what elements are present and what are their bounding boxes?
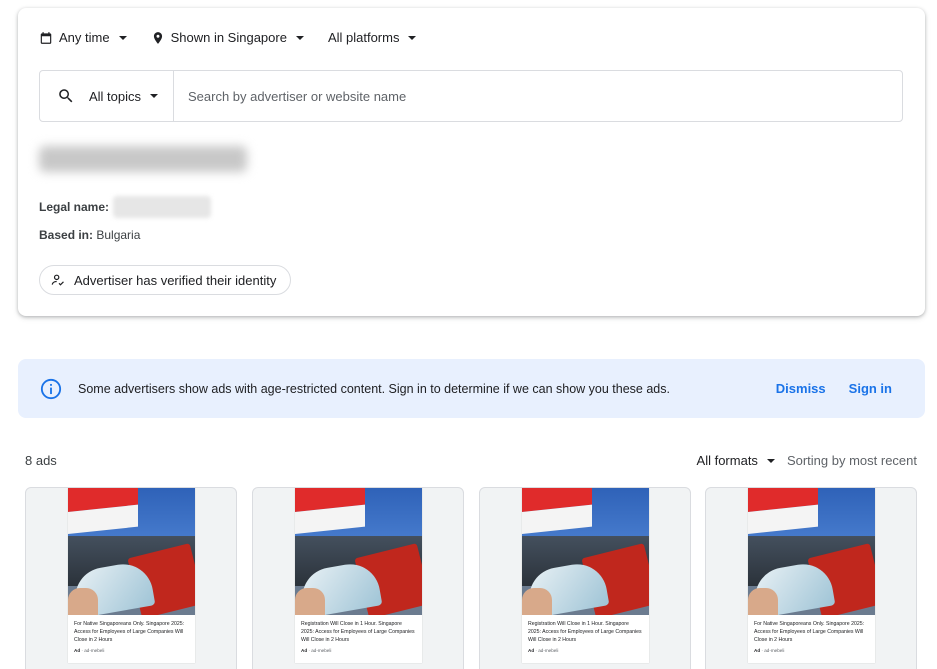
ad-image bbox=[522, 488, 649, 615]
ad-image bbox=[748, 488, 875, 615]
ad-card[interactable]: Registration Will Close in 1 Hour. Singa… bbox=[252, 487, 464, 669]
ad-source: Ad · ad-mebeli bbox=[528, 648, 559, 654]
ad-image bbox=[295, 488, 422, 615]
info-icon bbox=[40, 378, 62, 399]
location-filter[interactable]: Shown in Singapore bbox=[151, 30, 304, 45]
legal-name: Legal name: bbox=[39, 196, 212, 218]
advertiser-card: Any time Shown in Singapore All platform… bbox=[18, 8, 925, 316]
platform-filter-label: All platforms bbox=[327, 30, 400, 45]
results-controls: All formats Sorting by most recent bbox=[697, 453, 917, 468]
ad-card[interactable]: For Native Singaporeans Only. Singapore … bbox=[25, 487, 237, 669]
banner-message: Some advertisers show ads with age-restr… bbox=[78, 381, 670, 396]
ad-label: Ad bbox=[528, 648, 535, 654]
chevron-down-icon bbox=[295, 35, 304, 40]
ad-label: Ad bbox=[301, 648, 308, 654]
ad-text: For Native Singaporeans Only. Singapore … bbox=[754, 621, 865, 643]
ad-source: Ad · ad-mebeli bbox=[754, 648, 785, 654]
chevron-down-icon bbox=[150, 94, 159, 98]
ad-source: Ad · ad-mebeli bbox=[74, 648, 105, 654]
ad-creative: For Native Singaporeans Only. Singapore … bbox=[68, 488, 195, 663]
location-filter-label: Shown in Singapore bbox=[170, 30, 287, 45]
ad-label: Ad bbox=[754, 648, 761, 654]
ad-domain: ad-mebeli bbox=[311, 648, 332, 654]
verified-identity-chip[interactable]: Advertiser has verified their identity bbox=[39, 265, 292, 295]
ad-source: Ad · ad-mebeli bbox=[301, 648, 332, 654]
based-in-label: Based in: bbox=[39, 228, 94, 242]
ad-text: Registration Will Close in 1 Hour. Singa… bbox=[528, 621, 642, 643]
ad-card[interactable]: For Native Singaporeans Only. Singapore … bbox=[705, 487, 917, 669]
based-in: Based in: Bulgaria bbox=[39, 228, 140, 242]
ad-card[interactable]: Registration Will Close in 1 Hour. Singa… bbox=[479, 487, 691, 669]
filter-bar: Any time Shown in Singapore All platform… bbox=[39, 30, 440, 45]
ad-count: 8 ads bbox=[25, 453, 57, 468]
based-in-value: Bulgaria bbox=[93, 228, 141, 242]
ad-domain: ad-mebeli bbox=[84, 648, 105, 654]
formats-dropdown[interactable]: All formats bbox=[697, 453, 787, 468]
chevron-down-icon bbox=[766, 458, 775, 463]
ad-text: For Native Singaporeans Only. Singapore … bbox=[74, 621, 185, 643]
chevron-down-icon bbox=[408, 35, 417, 40]
advertiser-name-redacted bbox=[39, 146, 247, 172]
time-filter[interactable]: Any time bbox=[39, 30, 127, 45]
calendar-icon bbox=[40, 31, 52, 44]
ad-label: Ad bbox=[74, 648, 81, 654]
ad-creative: Registration Will Close in 1 Hour. Singa… bbox=[295, 488, 422, 663]
location-pin-icon bbox=[153, 31, 162, 44]
ad-domain: ad-mebeli bbox=[538, 648, 559, 654]
search-input[interactable] bbox=[174, 71, 902, 121]
ad-creative: For Native Singaporeans Only. Singapore … bbox=[748, 488, 875, 663]
topics-dropdown[interactable]: All topics bbox=[40, 71, 174, 121]
sign-in-button[interactable]: Sign in bbox=[849, 381, 892, 396]
dismiss-button[interactable]: Dismiss bbox=[776, 381, 826, 396]
formats-label: All formats bbox=[696, 453, 758, 468]
verified-user-icon bbox=[51, 274, 64, 286]
ad-creative: Registration Will Close in 1 Hour. Singa… bbox=[522, 488, 649, 663]
ad-domain: ad-mebeli bbox=[764, 648, 785, 654]
topics-label: All topics bbox=[89, 88, 142, 104]
verified-identity-label: Advertiser has verified their identity bbox=[74, 272, 277, 288]
search-bar: All topics bbox=[39, 70, 903, 122]
ad-image bbox=[68, 488, 195, 615]
search-icon bbox=[59, 89, 73, 103]
chevron-down-icon bbox=[118, 35, 127, 40]
time-filter-label: Any time bbox=[59, 30, 110, 45]
legal-name-label: Legal name: bbox=[39, 200, 110, 214]
platform-filter[interactable]: All platforms bbox=[328, 30, 417, 45]
age-restriction-banner: Some advertisers show ads with age-restr… bbox=[18, 359, 925, 418]
legal-name-redacted bbox=[113, 196, 212, 218]
sort-label: Sorting by most recent bbox=[786, 453, 917, 468]
ad-text: Registration Will Close in 1 Hour. Singa… bbox=[301, 621, 415, 643]
